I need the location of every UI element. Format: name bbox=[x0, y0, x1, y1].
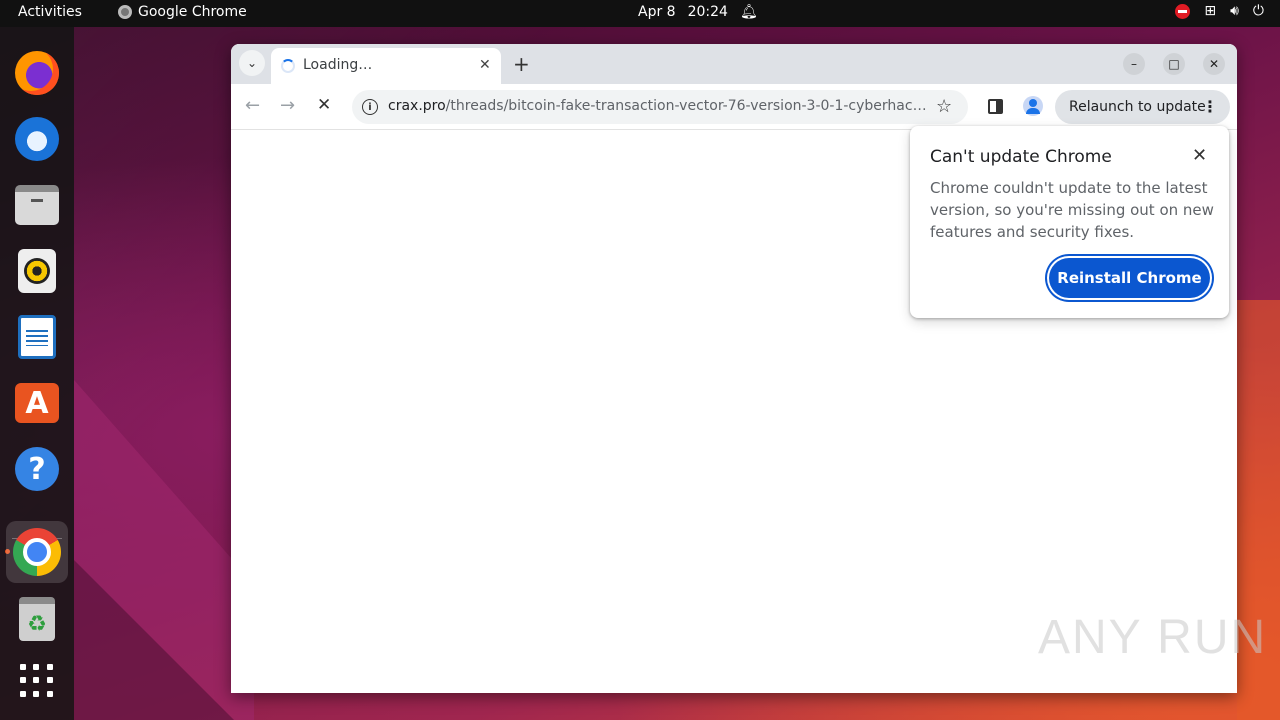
dock-help[interactable]: ? bbox=[13, 445, 61, 493]
thunderbird-icon bbox=[15, 117, 59, 161]
notification-bell-icon: 🔔︎ bbox=[739, 4, 758, 20]
clock-date: Apr 8 bbox=[638, 4, 676, 20]
dock-thunderbird[interactable] bbox=[13, 115, 61, 163]
tab-close-icon[interactable]: ✕ bbox=[479, 57, 491, 73]
tab-strip: ⌄ Loading… ✕ + – □ ✕ bbox=[231, 44, 1237, 84]
url-host: crax.pro bbox=[388, 98, 446, 114]
more-menu-icon[interactable]: ⋮ bbox=[1202, 97, 1218, 116]
help-icon: ? bbox=[15, 447, 59, 491]
clock-time: 20:24 bbox=[687, 4, 728, 20]
forward-button[interactable]: → bbox=[280, 95, 295, 116]
toolbar: ← → ✕ i crax.pro/threads/bitcoin-fake-tr… bbox=[231, 84, 1237, 130]
chrome-icon bbox=[13, 528, 61, 576]
dock-firefox[interactable] bbox=[13, 49, 61, 97]
files-icon bbox=[15, 185, 59, 225]
dock: A ? ♻ bbox=[0, 27, 74, 720]
site-info-icon[interactable]: i bbox=[362, 99, 378, 115]
close-window-button[interactable]: ✕ bbox=[1203, 53, 1225, 75]
chrome-icon bbox=[118, 5, 132, 19]
back-button[interactable]: ← bbox=[245, 95, 260, 116]
update-error-bubble: Can't update Chrome ✕ Chrome couldn't up… bbox=[910, 126, 1229, 318]
tab-active[interactable]: Loading… ✕ bbox=[271, 48, 501, 84]
tab-title: Loading… bbox=[303, 57, 373, 73]
dock-show-apps[interactable] bbox=[13, 657, 61, 705]
loading-spinner-icon bbox=[281, 59, 295, 73]
bubble-close-icon[interactable]: ✕ bbox=[1192, 145, 1207, 166]
app-menu[interactable]: Google Chrome bbox=[118, 4, 247, 20]
writer-icon bbox=[18, 315, 56, 359]
software-store-icon: A bbox=[15, 383, 59, 423]
watermark: ANY RUN bbox=[1038, 611, 1268, 664]
relaunch-label: Relaunch to update bbox=[1069, 99, 1206, 115]
firefox-icon bbox=[15, 51, 59, 95]
do-not-disturb-icon bbox=[1175, 3, 1191, 19]
url-text[interactable]: crax.pro/threads/bitcoin-fake-transactio… bbox=[388, 98, 934, 114]
bubble-title: Can't update Chrome bbox=[930, 147, 1112, 167]
side-panel-icon[interactable] bbox=[988, 99, 1003, 114]
bubble-body: Chrome couldn't update to the latest ver… bbox=[930, 179, 1214, 241]
app-grid-icon bbox=[20, 664, 54, 698]
trash-icon: ♻ bbox=[19, 597, 55, 641]
minimize-button[interactable]: – bbox=[1123, 53, 1145, 75]
volume-icon: 🔊︎ bbox=[1230, 3, 1239, 19]
clock[interactable]: Apr 8 20:24 🔔︎ bbox=[638, 4, 758, 20]
reinstall-chrome-button[interactable]: Reinstall Chrome bbox=[1049, 258, 1210, 298]
power-icon: ⏻ bbox=[1252, 3, 1264, 19]
dock-software[interactable]: A bbox=[13, 379, 61, 427]
dock-writer[interactable] bbox=[13, 313, 61, 361]
system-tray[interactable]: ⊞ 🔊︎ ⏻ bbox=[1175, 3, 1264, 19]
dock-trash[interactable]: ♻ bbox=[13, 595, 61, 643]
stop-loading-button[interactable]: ✕ bbox=[317, 95, 331, 115]
maximize-button[interactable]: □ bbox=[1163, 53, 1185, 75]
tab-search-button[interactable]: ⌄ bbox=[239, 50, 265, 76]
network-icon: ⊞ bbox=[1204, 3, 1217, 19]
dock-rhythmbox[interactable] bbox=[13, 247, 61, 295]
dock-chrome[interactable] bbox=[6, 521, 68, 583]
app-menu-label: Google Chrome bbox=[138, 4, 247, 20]
activities-button[interactable]: Activities bbox=[18, 4, 82, 20]
address-bar[interactable]: i crax.pro/threads/bitcoin-fake-transact… bbox=[352, 90, 968, 124]
chevron-down-icon: ⌄ bbox=[246, 56, 258, 70]
url-path: /threads/bitcoin-fake-transaction-vector… bbox=[445, 98, 934, 114]
rhythmbox-icon bbox=[18, 249, 56, 293]
dock-files[interactable] bbox=[13, 181, 61, 229]
relaunch-to-update-button[interactable]: Relaunch to update ⋮ bbox=[1055, 90, 1230, 124]
profile-avatar-icon[interactable] bbox=[1023, 96, 1043, 116]
new-tab-button[interactable]: + bbox=[513, 52, 530, 76]
bookmark-star-icon[interactable]: ☆ bbox=[936, 96, 952, 117]
top-bar: Activities Google Chrome Apr 8 20:24 🔔︎ … bbox=[0, 0, 1280, 27]
